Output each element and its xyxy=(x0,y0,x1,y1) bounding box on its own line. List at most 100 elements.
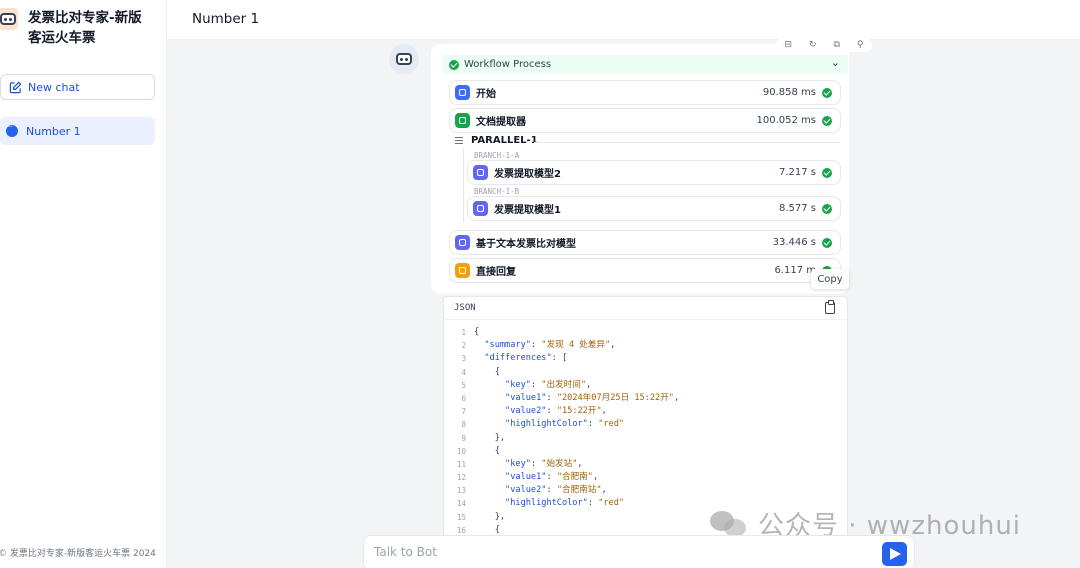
code-text: "summary": "发现 4 处差异", xyxy=(484,340,616,351)
node-name: 文档提取器 xyxy=(476,117,526,128)
code-text: "differences": [ xyxy=(484,353,568,364)
llm-icon xyxy=(473,201,488,216)
code-line: 1{ xyxy=(444,326,847,339)
code-line: 4 { xyxy=(444,366,847,379)
wechat-icon xyxy=(710,509,748,539)
line-number: 3 xyxy=(461,354,466,364)
code-line: 13 "value2": "合肥南站", xyxy=(444,484,847,497)
workflow-node[interactable]: 发票提取模型1 8.577 s xyxy=(467,196,841,221)
code-text: "highlightColor": "red" xyxy=(505,419,625,430)
success-check-icon xyxy=(822,237,832,248)
copy-message-icon[interactable]: ⧉ xyxy=(834,40,840,50)
line-number: 2 xyxy=(461,341,466,351)
divider xyxy=(534,142,840,143)
line-number: 8 xyxy=(461,420,466,430)
send-button[interactable] xyxy=(882,542,907,566)
node-time: 100.052 ms xyxy=(756,115,816,126)
regenerate-icon[interactable]: ↻ xyxy=(809,40,817,50)
node-name: 开始 xyxy=(476,89,496,100)
new-chat-label: New chat xyxy=(28,80,80,94)
line-number: 10 xyxy=(456,446,466,456)
app-logo xyxy=(0,8,18,30)
feedback-icon[interactable]: ⚲ xyxy=(857,40,864,50)
code-text: { xyxy=(474,327,480,337)
node-time: 90.858 ms xyxy=(762,87,816,98)
code-line: 12 "value1": "合肥南", xyxy=(444,471,847,484)
node-name: 发票提取模型2 xyxy=(494,169,561,180)
code-line: 11 "key": "始发站", xyxy=(444,458,847,471)
code-line: 9 }, xyxy=(444,432,847,445)
parallel-label: PARALLEL-1 xyxy=(471,135,538,146)
bot-avatar xyxy=(389,44,419,74)
chat-input[interactable] xyxy=(374,545,854,559)
parallel-icon xyxy=(455,137,463,144)
node-time: 7.217 s xyxy=(778,167,816,178)
code-block-header: JSON xyxy=(444,297,847,320)
code-text: "value1": "2024年07月25日 15:22开", xyxy=(505,392,680,403)
reply-icon xyxy=(455,263,470,278)
code-line: 10 { xyxy=(444,445,847,458)
node-name: 直接回复 xyxy=(476,267,516,278)
workflow-node[interactable]: 开始 90.858 ms xyxy=(449,80,841,105)
workflow-process-header[interactable]: Workflow Process ⌄ xyxy=(443,55,848,74)
llm-icon xyxy=(473,165,488,180)
code-language-label: JSON xyxy=(454,303,476,313)
top-bar: Number 1 xyxy=(167,0,1080,40)
sidebar: 发票比对专家-新版客运火车票 New chat Number 1 © 发票比对专… xyxy=(0,0,167,568)
conversation-title: Number 1 xyxy=(192,11,260,27)
code-text: "value2": "15:22开", xyxy=(505,406,607,417)
clipboard-icon[interactable] xyxy=(825,300,835,314)
line-number: 14 xyxy=(456,499,466,509)
code-text: "highlightColor": "red" xyxy=(505,498,625,509)
workflow-node[interactable]: 文档提取器 100.052 ms xyxy=(449,108,841,133)
conversation-item[interactable]: Number 1 xyxy=(0,117,155,145)
code-text: "key": "出发时间", xyxy=(505,379,592,390)
edit-icon xyxy=(9,81,22,93)
node-time: 8.577 s xyxy=(778,203,816,214)
success-check-icon xyxy=(822,203,832,214)
branch-label: BRANCH-1-A xyxy=(474,151,520,160)
app-title: 发票比对专家-新版客运火车票 xyxy=(28,10,142,46)
sidebar-footer: © 发票比对专家-新版客运火车票 2024 xyxy=(0,549,156,559)
line-number: 5 xyxy=(461,380,466,390)
code-text: { xyxy=(474,366,500,377)
chevron-down-icon: ⌄ xyxy=(830,56,840,69)
chat-bubble-icon xyxy=(6,123,18,137)
code-text: { xyxy=(474,445,500,456)
line-number: 15 xyxy=(456,512,466,522)
code-text: "value1": "合肥南", xyxy=(505,472,599,483)
collapse-icon[interactable]: ⊟ xyxy=(784,40,792,50)
workflow-node[interactable]: 发票提取模型2 7.217 s xyxy=(467,160,841,185)
code-text: }, xyxy=(474,511,506,522)
branch-label: BRANCH-1-B xyxy=(474,187,520,196)
code-line: 2 "summary": "发现 4 处差异", xyxy=(444,339,847,352)
node-time: 6.117 m xyxy=(774,265,816,276)
line-number: 1 xyxy=(461,328,466,337)
node-time: 33.446 s xyxy=(772,237,816,248)
workflow-node[interactable]: 直接回复 6.117 m xyxy=(449,258,841,283)
workflow-node[interactable]: 基于文本发票比对模型 33.446 s xyxy=(449,230,841,255)
line-number: 6 xyxy=(461,393,466,403)
code-line: 5 "key": "出发时间", xyxy=(444,379,847,392)
line-number: 7 xyxy=(461,407,466,417)
code-text: }, xyxy=(474,432,506,443)
robot-icon xyxy=(0,13,16,25)
branch-connector xyxy=(463,148,464,222)
conversation-label: Number 1 xyxy=(26,124,81,138)
parallel-group-label[interactable]: PARALLEL-1 xyxy=(455,135,538,146)
success-check-icon xyxy=(822,87,832,98)
message-toolbar: ⊟ ↻ ⧉ ⚲ xyxy=(776,38,872,52)
code-line: 7 "value2": "15:22开", xyxy=(444,405,847,418)
doc-extract-icon xyxy=(455,113,470,128)
copy-tooltip: Copy xyxy=(811,269,849,289)
chat-input-bar xyxy=(363,535,915,568)
code-line: 3 "differences": [ xyxy=(444,352,847,365)
robot-icon xyxy=(396,53,412,65)
node-name: 基于文本发票比对模型 xyxy=(476,239,576,250)
workflow-process-label: Workflow Process xyxy=(464,59,552,70)
line-number: 4 xyxy=(461,367,466,377)
success-check-icon xyxy=(449,59,459,70)
new-chat-button[interactable]: New chat xyxy=(0,74,155,100)
line-number: 12 xyxy=(456,473,466,483)
line-number: 9 xyxy=(461,433,466,443)
